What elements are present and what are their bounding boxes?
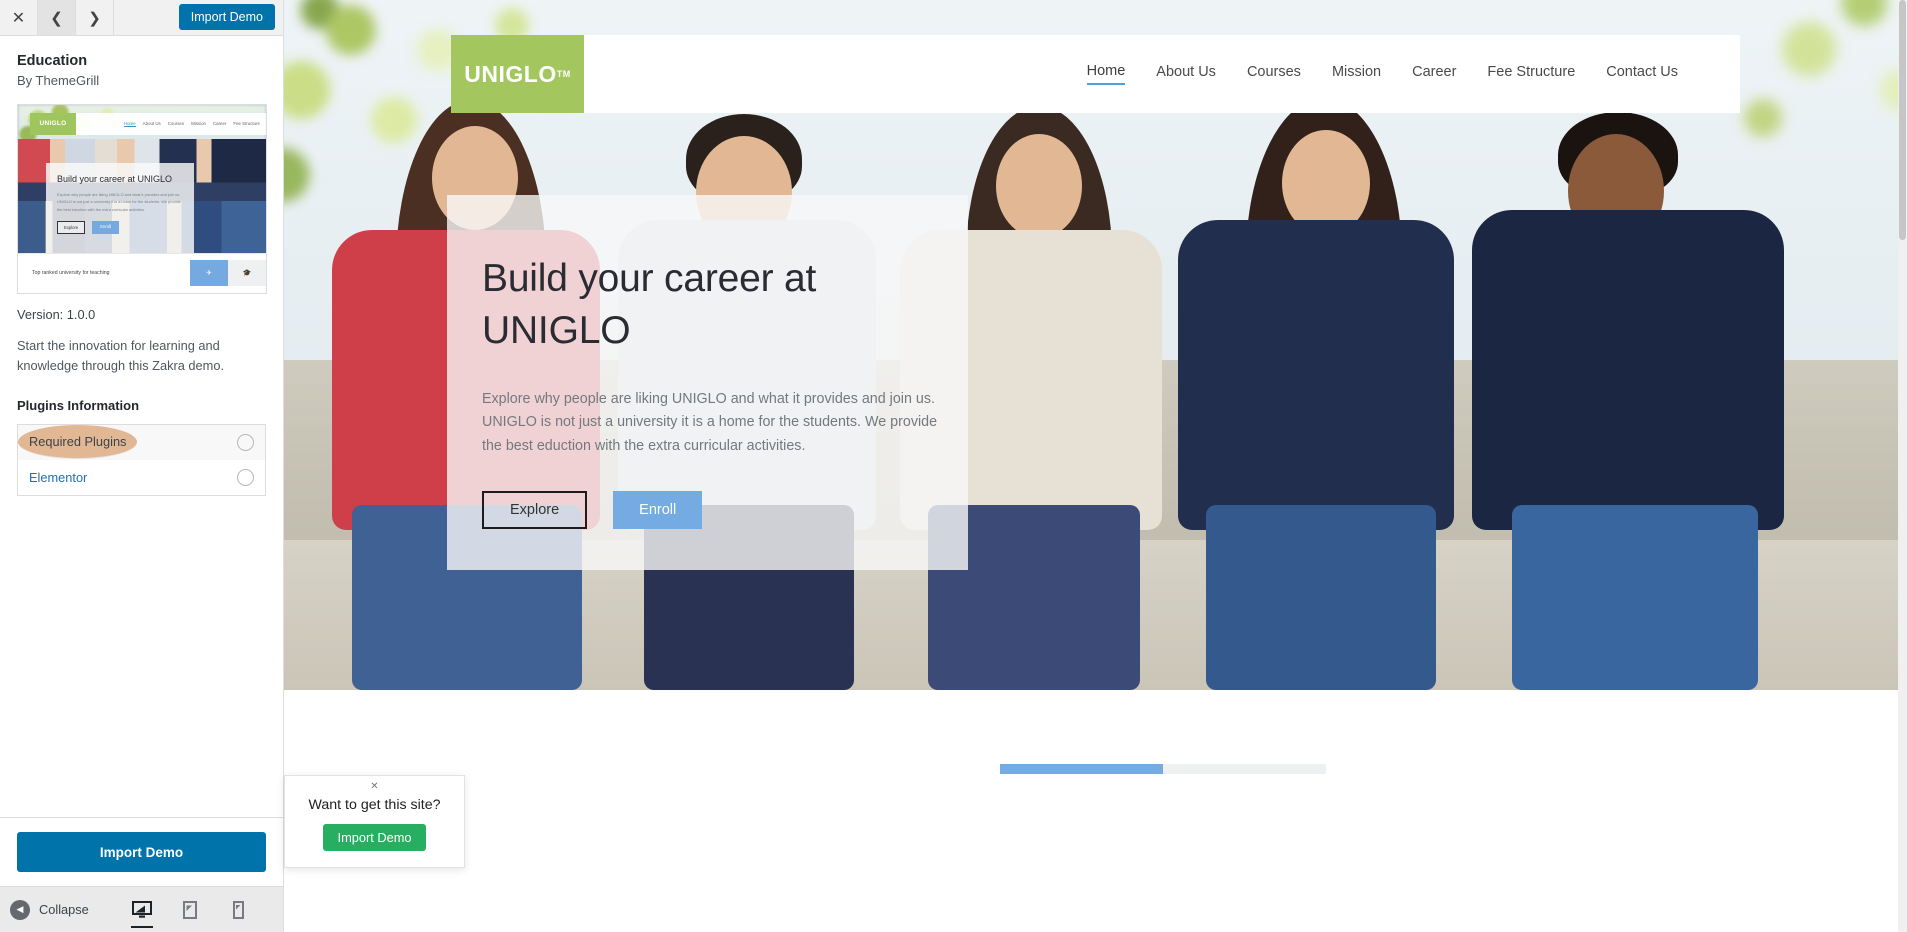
table-row: Elementor [18,460,265,495]
hero-headline: Build your career at UNIGLO [482,257,817,352]
close-icon[interactable]: ✕ [0,0,38,35]
plugin-link-elementor[interactable]: Elementor [29,470,87,485]
sidebar-footer: Import Demo [0,817,283,886]
demo-title: Education [17,53,88,69]
thumbnail-icon-cap: 🎓 [228,260,266,287]
thumbnail-logo: UNIGLO [30,112,76,135]
page-scrollbar[interactable] [1898,0,1907,932]
explore-button[interactable]: Explore [482,491,588,530]
nav-item-courses[interactable]: Courses [1247,64,1301,84]
thumbnail-footer-text: Top ranked university for teaching [32,270,110,277]
collapse-button[interactable]: ◀ Collapse [10,899,89,920]
thumbnail-buttons: Explore Enroll [57,221,183,235]
hero-button-group: Explore Enroll [482,491,968,530]
mobile-icon[interactable] [223,888,253,932]
site-logo-text: UNIGLO [464,60,557,87]
customizer-toolbar: ✕ ❮ ❯ Import Demo [0,0,283,36]
popup-import-demo-button[interactable]: Import Demo [322,824,427,851]
customizer-sidebar: ✕ ❮ ❯ Import Demo Education By ThemeGril… [0,0,284,932]
plugins-table-header: Required Plugins [18,424,138,459]
thumbnail-paragraph: Explore why people are liking UNIGLO and… [57,191,181,212]
thumbnail-nav-item: About Us [142,120,161,126]
thumbnail-navbar: UNIGLO Home About Us Courses Mission Car… [30,112,266,135]
plugins-column-header: Required Plugins [29,433,127,449]
thumbnail-nav-item: Courses [167,120,185,126]
required-plugins-table: Required Plugins Everest Forms Elementor [17,423,266,496]
thumbnail-hero-card: Build your career at UNIGLO Explore why … [46,162,194,255]
hero-section: UNIGLO TM Home About Us Courses Mission C… [284,0,1907,690]
thumbnail-enroll-button: Enroll [92,221,119,235]
student-5-torso [1472,210,1784,530]
close-icon[interactable]: ✕ [370,781,378,792]
thumbnail-preview: UNIGLO Home About Us Courses Mission Car… [18,104,266,293]
sidebar-scroll-area: Education By ThemeGrill UNIGLO Home Abou… [0,36,283,817]
nav-item-fee-structure[interactable]: Fee Structure [1487,64,1575,84]
nav-item-mission[interactable]: Mission [1332,64,1381,84]
import-demo-button[interactable]: Import Demo [17,832,266,872]
trademark-mark: TM [556,69,571,79]
site-menu: Home About Us Courses Mission Career Fee… [584,35,1740,113]
student-4-torso [1178,220,1454,530]
scrollbar-thumb[interactable] [1899,0,1906,240]
chevron-left-circle-icon: ◀ [10,899,30,920]
site-logo[interactable]: UNIGLO TM [451,35,584,113]
tablet-icon[interactable] [175,888,205,932]
hero-content-card: Build your career at UNIGLO Explore why … [447,195,968,570]
nav-item-about-us[interactable]: About Us [1156,64,1216,84]
enroll-button[interactable]: Enroll [613,491,703,530]
thumbnail-headline: Build your career at UNIGLO [57,173,173,184]
import-demo-popup: ✕ Want to get this site? Import Demo [284,775,465,868]
toolbar-import-demo-button[interactable]: Import Demo [178,4,275,30]
thumbnail-menu: Home About Us Courses Mission Career Fee… [76,121,266,127]
demo-thumbnail[interactable]: UNIGLO Home About Us Courses Mission Car… [17,103,267,294]
student-5 [1464,90,1794,690]
plugins-information-heading: Plugins Information [17,397,140,413]
customizer-app: ✕ ❮ ❯ Import Demo Education By ThemeGril… [0,0,1907,932]
device-preview-switcher [127,888,273,932]
section-accent-bar-gray [1163,764,1326,774]
section-accent-bar-blue [1000,764,1163,774]
thumbnail-explore-button: Explore [57,221,86,235]
thumbnail-footer: Top ranked university for teaching ✈ 🎓 [18,252,266,293]
thumbnail-nav-item: Fee Structure [233,120,260,126]
plugin-status-circle-icon [237,468,254,486]
thumbnail-nav-item: Career [212,120,227,126]
demo-description: Start the innovation for learning and kn… [17,337,224,373]
thumbnail-nav-item: Home [123,120,136,127]
demo-version: Version: 1.0.0 [17,306,96,322]
hero-paragraph: Explore why people are liking UNIGLO and… [482,390,938,454]
below-hero-section [284,690,1907,932]
desktop-icon[interactable] [127,888,157,932]
nav-item-career[interactable]: Career [1412,64,1456,84]
student-3-head [996,134,1082,238]
chevron-left-icon[interactable]: ❮ [38,0,76,35]
site-navbar: UNIGLO TM Home About Us Courses Mission C… [451,35,1740,113]
student-4 [1164,90,1464,690]
popup-title: Want to get this site? [308,797,441,813]
demo-author: By ThemeGrill [17,72,100,88]
nav-item-home[interactable]: Home [1086,63,1126,85]
collapse-label: Collapse [39,902,89,917]
nav-item-contact-us[interactable]: Contact Us [1606,64,1678,84]
student-5-legs [1512,505,1758,690]
plugin-status-circle-icon [237,433,254,451]
site-preview-frame: UNIGLO TM Home About Us Courses Mission C… [284,0,1907,932]
chevron-right-icon[interactable]: ❯ [76,0,114,35]
thumbnail-nav-item: Mission [191,120,206,126]
student-4-legs [1206,505,1436,690]
customizer-bottom-bar: ◀ Collapse [0,886,283,932]
thumbnail-icon-plane: ✈ [190,260,228,287]
